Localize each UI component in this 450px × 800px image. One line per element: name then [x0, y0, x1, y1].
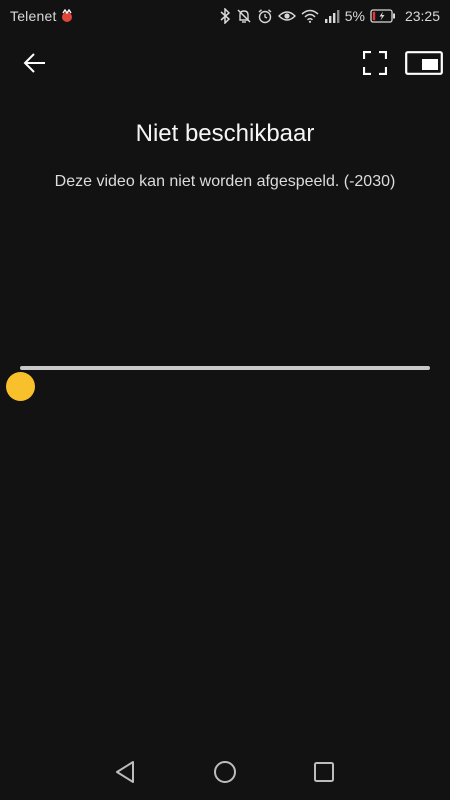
status-right: 5% 23:25 — [219, 8, 440, 24]
bluetooth-icon — [219, 8, 231, 24]
back-arrow-icon — [23, 52, 47, 78]
triangle-back-icon — [114, 760, 136, 789]
video-player-screen: Telenet 5% 23:25 Niet beschikbaar Deze v… — [0, 0, 450, 800]
mute-icon — [236, 8, 252, 24]
nav-home-button[interactable] — [210, 760, 240, 788]
battery-percent: 5% — [344, 8, 365, 24]
seek-track — [6, 366, 430, 401]
carrier-badge-icon — [60, 9, 74, 23]
status-bar: Telenet 5% 23:25 — [0, 0, 450, 32]
status-left: Telenet — [10, 8, 74, 24]
error-message: Deze video kan niet worden afgespeeld. (… — [54, 173, 396, 190]
square-recents-icon — [313, 761, 335, 788]
picture-in-picture-icon — [405, 50, 443, 80]
nav-back-button[interactable] — [110, 760, 140, 788]
picture-in-picture-button[interactable] — [404, 50, 444, 80]
nav-recents-button[interactable] — [309, 760, 339, 788]
eye-icon — [277, 9, 296, 23]
wifi-icon — [301, 9, 319, 23]
fullscreen-button[interactable] — [359, 50, 391, 80]
alarm-icon — [257, 8, 273, 24]
error-title: Niet beschikbaar — [135, 120, 315, 147]
carrier-name: Telenet — [10, 8, 57, 24]
navigation-bar — [0, 746, 450, 800]
clock: 23:25 — [404, 8, 440, 24]
seek-bar[interactable] — [6, 348, 436, 401]
back-button[interactable] — [18, 48, 52, 82]
circle-home-icon — [213, 760, 237, 789]
seek-thumb[interactable] — [6, 372, 35, 401]
fullscreen-icon — [362, 50, 388, 80]
battery-icon — [370, 9, 396, 23]
signal-icon — [324, 9, 340, 23]
